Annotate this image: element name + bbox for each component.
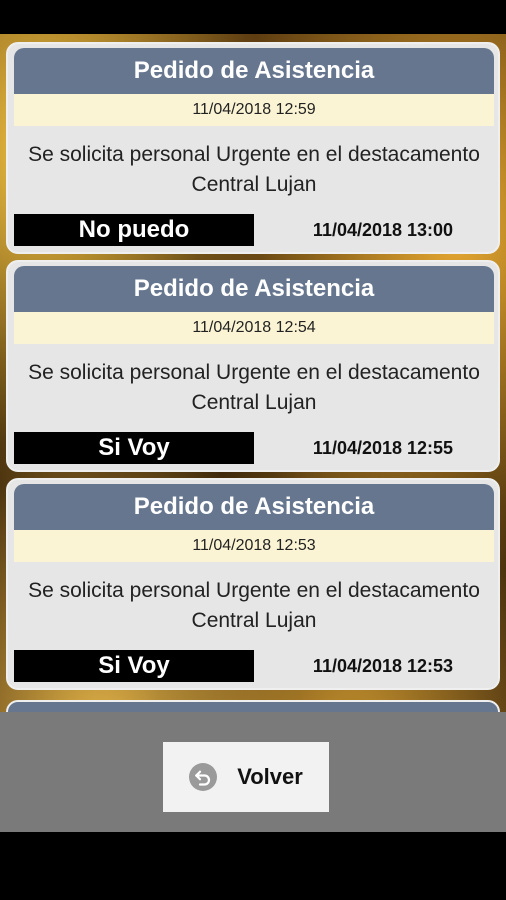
card-date: 11/04/2018 12:54 <box>14 312 494 344</box>
navigation-bar <box>0 832 506 900</box>
request-card[interactable]: Pedido de Asistencia 11/04/2018 12:59 Se… <box>6 42 500 254</box>
response-time: 11/04/2018 13:00 <box>312 219 454 240</box>
response-label: Si Voy <box>14 432 254 464</box>
card-date: 11/04/2018 12:59 <box>14 94 494 126</box>
undo-icon <box>189 763 218 791</box>
request-list[interactable]: Pedido de Asistencia 11/04/2018 12:59 Se… <box>0 34 506 714</box>
back-button[interactable]: Volver <box>163 742 329 812</box>
back-label: Volver <box>237 764 303 789</box>
request-card[interactable]: Pedido de Asistencia 11/04/2018 12:54 Se… <box>6 260 500 472</box>
card-message: Se solicita personal Urgente en el desta… <box>28 579 480 632</box>
status-bar <box>0 0 506 34</box>
response-time: 11/04/2018 12:55 <box>312 437 454 458</box>
response-time: 11/04/2018 12:53 <box>312 655 454 676</box>
card-message: Se solicita personal Urgente en el desta… <box>28 361 480 414</box>
request-card[interactable]: Pedido de Asistencia 11/04/2018 12:53 Se… <box>6 478 500 690</box>
card-title: Pedido de Asistencia <box>14 48 494 94</box>
card-title: Pedido de Asistencia <box>14 484 494 530</box>
card-message: Se solicita personal Urgente en el desta… <box>28 143 480 196</box>
card-date: 11/04/2018 12:53 <box>14 530 494 562</box>
card-title: Pedido de Asistencia <box>14 266 494 312</box>
response-label: Si Voy <box>14 650 254 682</box>
response-label: No puedo <box>14 214 254 246</box>
